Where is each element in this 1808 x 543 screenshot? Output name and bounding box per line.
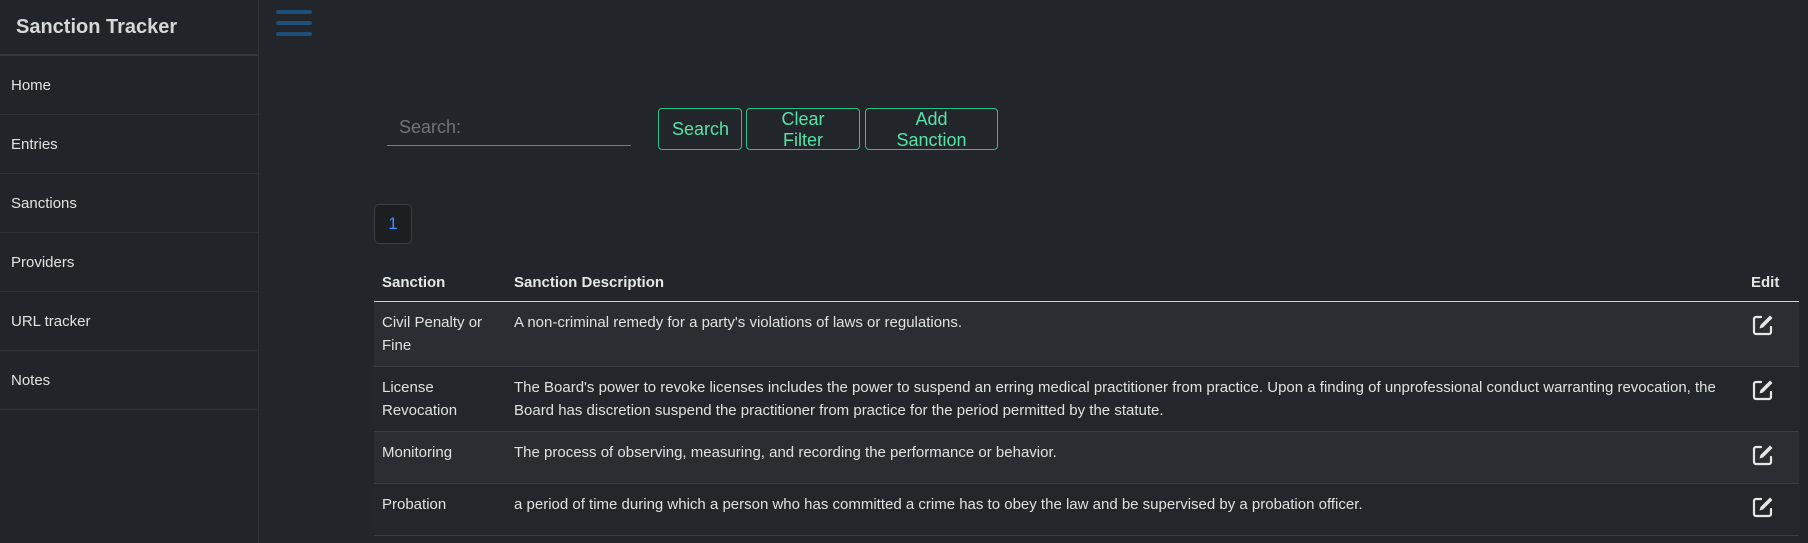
table-row: Probation a period of time during which … bbox=[374, 483, 1799, 536]
cell-edit bbox=[1743, 301, 1799, 367]
sidebar-item-notes[interactable]: Notes bbox=[0, 351, 258, 410]
clear-filter-button[interactable]: Clear Filter bbox=[746, 108, 860, 150]
cell-edit bbox=[1743, 431, 1799, 484]
header-edit: Edit bbox=[1743, 264, 1799, 302]
table-row: License Revocation The Board's power to … bbox=[374, 366, 1799, 432]
cell-description: The Board's power to revoke licenses inc… bbox=[506, 366, 1743, 432]
table-row: Monitoring The process of observing, mea… bbox=[374, 431, 1799, 484]
search-input[interactable] bbox=[387, 110, 631, 146]
edit-icon[interactable] bbox=[1751, 378, 1775, 402]
cell-description: a period of time during which a person w… bbox=[506, 483, 1743, 536]
sanctions-table: Sanction Sanction Description Edit Civil… bbox=[374, 264, 1799, 536]
sidebar-item-providers[interactable]: Providers bbox=[0, 233, 258, 292]
cell-edit bbox=[1743, 483, 1799, 536]
cell-sanction: Probation bbox=[374, 483, 506, 536]
sidebar: Sanction Tracker Home Entries Sanctions … bbox=[0, 0, 259, 543]
cell-sanction: Civil Penalty or Fine bbox=[374, 301, 506, 367]
sidebar-item-home[interactable]: Home bbox=[0, 56, 258, 115]
edit-icon[interactable] bbox=[1751, 313, 1775, 337]
search-button[interactable]: Search bbox=[658, 108, 742, 150]
header-description: Sanction Description bbox=[506, 264, 1743, 302]
pagination-page-1[interactable]: 1 bbox=[374, 204, 412, 244]
app: Sanction Tracker Home Entries Sanctions … bbox=[0, 0, 1808, 543]
cell-sanction: Monitoring bbox=[374, 431, 506, 484]
table-header-row: Sanction Sanction Description Edit bbox=[374, 264, 1799, 302]
add-sanction-button[interactable]: Add Sanction bbox=[865, 108, 998, 150]
cell-description: The process of observing, measuring, and… bbox=[506, 431, 1743, 484]
edit-icon[interactable] bbox=[1751, 495, 1775, 519]
sidebar-item-entries[interactable]: Entries bbox=[0, 115, 258, 174]
sidebar-item-sanctions[interactable]: Sanctions bbox=[0, 174, 258, 233]
sidebar-item-url-tracker[interactable]: URL tracker bbox=[0, 292, 258, 351]
cell-description: A non-criminal remedy for a party's viol… bbox=[506, 301, 1743, 367]
table-row: Civil Penalty or Fine A non-criminal rem… bbox=[374, 301, 1799, 367]
header-sanction: Sanction bbox=[374, 264, 506, 302]
edit-icon[interactable] bbox=[1751, 443, 1775, 467]
cell-edit bbox=[1743, 366, 1799, 432]
cell-sanction: License Revocation bbox=[374, 366, 506, 432]
hamburger-menu-icon[interactable] bbox=[276, 10, 312, 40]
app-title: Sanction Tracker bbox=[0, 0, 258, 56]
